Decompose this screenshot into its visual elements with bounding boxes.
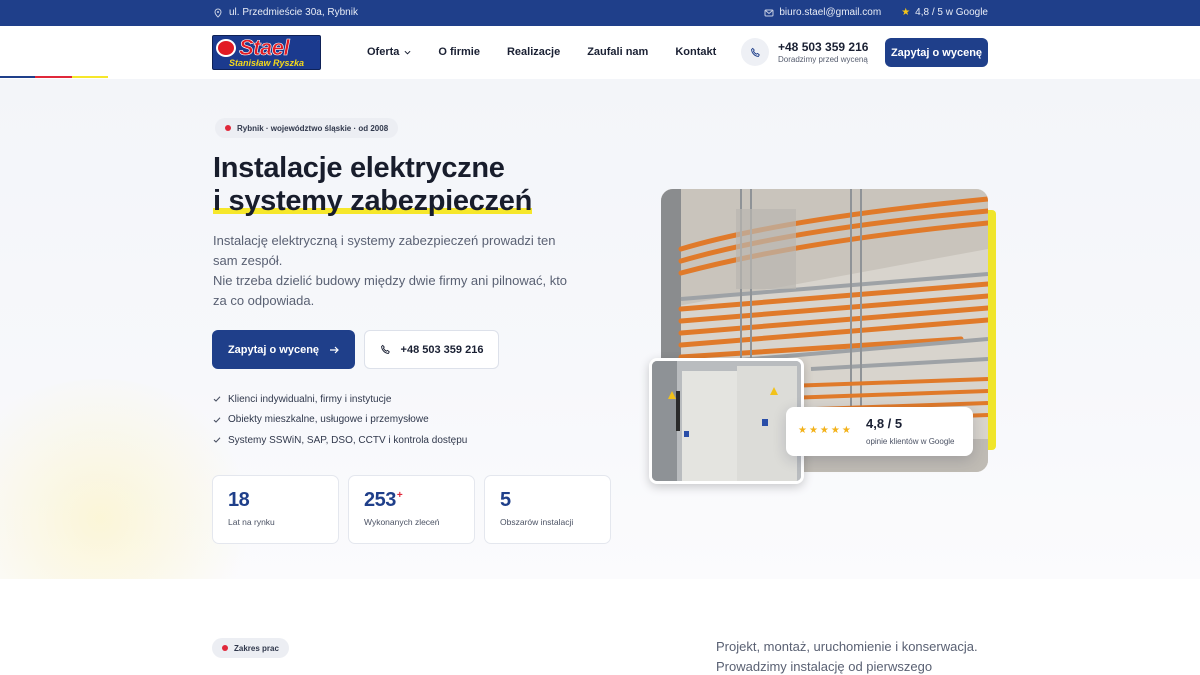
- list-item: Klienci indywidualni, firmy i instytucje: [213, 389, 467, 410]
- switchboard-illustration: [652, 361, 801, 481]
- header-quote-button[interactable]: Zapytaj o wycenę: [885, 38, 988, 67]
- list-item: Obiekty mieszkalne, usługowe i przemysło…: [213, 410, 467, 431]
- email-link[interactable]: biuro.stael@gmail.com: [764, 7, 881, 18]
- header-phone-hint: Doradzimy przed wyceną: [778, 55, 868, 64]
- mail-icon: [764, 9, 774, 16]
- stat-label: Wykonanych zleceń: [364, 517, 440, 527]
- phone-icon: [750, 47, 760, 57]
- nav-item-kontakt[interactable]: Kontakt: [675, 46, 716, 58]
- rating-stars: ★★★★★: [798, 425, 853, 436]
- email-text: biuro.stael@gmail.com: [779, 7, 882, 18]
- switchboard-photo: [649, 358, 804, 484]
- check-icon: [213, 417, 221, 423]
- google-rating-text: 4,8 / 5 w Google: [915, 7, 988, 18]
- nav-label: Realizacje: [506, 46, 561, 58]
- address-text: ul. Przedmieście 30a, Rybnik: [229, 7, 358, 18]
- hero-quote-button[interactable]: Zapytaj o wycenę: [212, 330, 355, 369]
- feature-text: Obiekty mieszkalne, usługowe i przemysło…: [228, 414, 429, 426]
- stat-suffix: +: [396, 490, 403, 502]
- section-badge: Zakres prac: [212, 638, 289, 658]
- check-icon: [213, 437, 221, 444]
- top-info-bar: ul. Przedmieście 30a, Rybnik biuro.stael…: [0, 0, 1200, 26]
- star-icon: ★: [901, 7, 911, 18]
- hero-title: Instalacje elektryczne i systemy zabezpi…: [213, 152, 532, 218]
- address: ul. Przedmieście 30a, Rybnik: [213, 7, 358, 18]
- stat-label: Obszarów instalacji: [500, 517, 574, 527]
- nav-label: Kontakt: [675, 46, 717, 58]
- red-dot-icon: [222, 645, 228, 651]
- location-badge: Rybnik · województwo śląskie · od 2008: [215, 118, 399, 138]
- hero-phone-label: +48 503 359 216: [400, 343, 484, 356]
- hero-lead-line2: Nie trzeba dzielić budowy między dwie fi…: [213, 273, 568, 308]
- hero-quote-label: Zapytaj o wycenę: [227, 343, 320, 356]
- nav-label: O firmie: [438, 46, 480, 58]
- stat-value: 18: [228, 489, 250, 511]
- hero-lead: Instalację elektryczną i systemy zabezpi…: [213, 231, 573, 311]
- feature-text: Systemy SSWiN, SAP, DSO, CCTV i kontrola…: [228, 434, 468, 446]
- red-dot-icon: [225, 125, 231, 131]
- nav-label: Oferta: [367, 46, 400, 58]
- nav-label: Zaufali nam: [587, 46, 649, 58]
- logo[interactable]: Stael Stanisław Ryszka: [212, 35, 321, 70]
- phone-icon: [380, 344, 390, 354]
- rating-score: 4,8 / 5: [866, 416, 903, 431]
- logo-subtitle: Stanisław Ryszka: [228, 58, 305, 68]
- hero-phone-button[interactable]: +48 503 359 216: [364, 330, 499, 369]
- stat-value: 253: [364, 489, 396, 511]
- section-intro-text: Projekt, montaż, uruchomienie i konserwa…: [716, 639, 978, 674]
- feature-text: Klienci indywidualni, firmy i instytucje: [228, 393, 392, 405]
- arrow-right-icon: [330, 346, 339, 353]
- main-nav: Oferta O firmie Realizacje Zaufali nam K…: [367, 46, 716, 58]
- stat-card-years: 18 Lat na rynku: [212, 475, 339, 544]
- check-icon: [213, 396, 221, 403]
- nav-item-zaufali-nam[interactable]: Zaufali nam: [587, 46, 648, 58]
- section-badge-text: Zakres prac: [234, 643, 279, 653]
- rating-caption: opinie klientów w Google: [866, 437, 955, 446]
- hero-lead-line1: Instalację elektryczną i systemy zabezpi…: [213, 233, 556, 268]
- hero-title-line2: i systemy zabezpieczeń: [213, 185, 532, 218]
- stat-card-orders: 253+ Wykonanych zleceń: [348, 475, 475, 544]
- logo-dot: [216, 39, 236, 57]
- nav-item-o-firmie[interactable]: O firmie: [438, 46, 480, 58]
- stat-label: Lat na rynku: [228, 517, 275, 527]
- map-pin-icon: [214, 7, 222, 18]
- nav-item-realizacje[interactable]: Realizacje: [507, 46, 560, 58]
- google-rating[interactable]: ★ 4,8 / 5 w Google: [901, 7, 988, 18]
- phone-icon-circle: [741, 38, 769, 66]
- header-phone[interactable]: +48 503 359 216 Doradzimy przed wyceną: [741, 38, 868, 66]
- chevron-down-icon: [404, 50, 411, 55]
- list-item: Systemy SSWiN, SAP, DSO, CCTV i kontrola…: [213, 430, 467, 451]
- stat-card-areas: 5 Obszarów instalacji: [484, 475, 611, 544]
- google-rating-card: ★★★★★ 4,8 / 5 opinie klientów w Google: [786, 407, 973, 456]
- location-badge-text: Rybnik · województwo śląskie · od 2008: [237, 123, 389, 133]
- feature-list: Klienci indywidualni, firmy i instytucje…: [213, 389, 467, 451]
- stat-value: 5: [500, 489, 511, 511]
- header-phone-number: +48 503 359 216: [778, 40, 869, 54]
- nav-item-oferta[interactable]: Oferta: [367, 46, 411, 58]
- hero-title-line1: Instalacje elektryczne: [213, 152, 505, 184]
